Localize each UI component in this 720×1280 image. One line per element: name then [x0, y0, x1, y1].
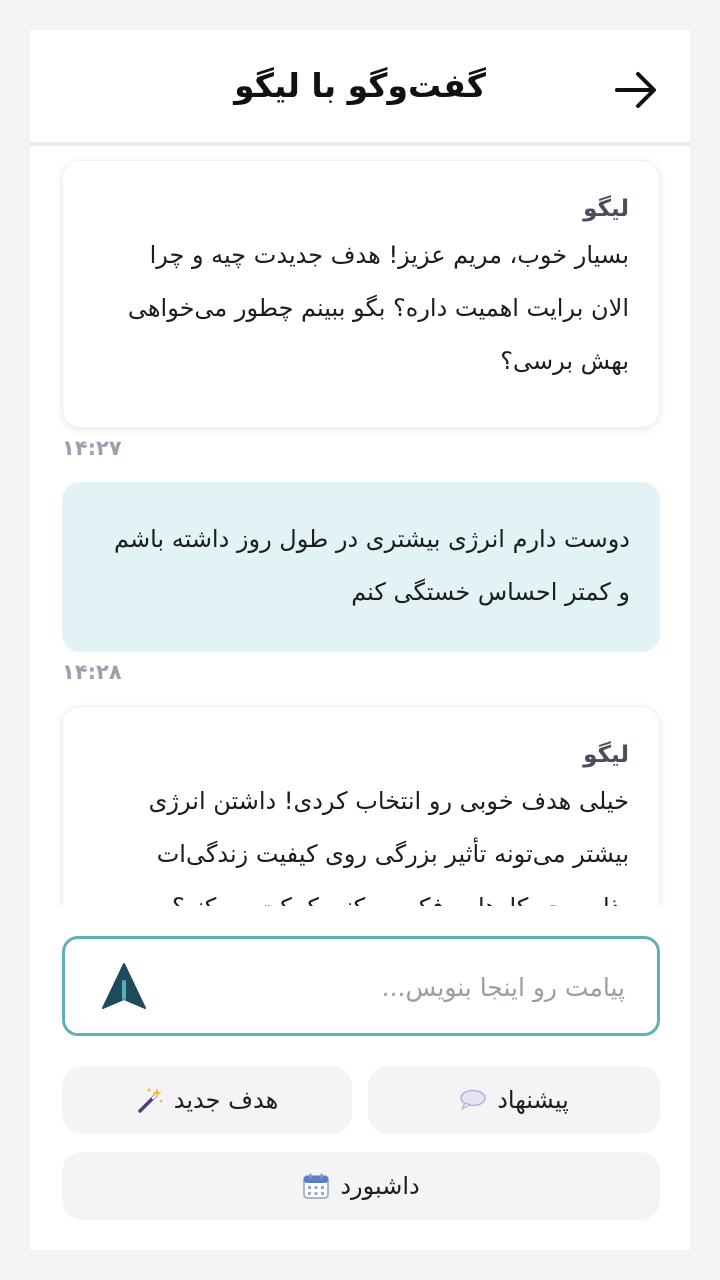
calendar-icon — [302, 1172, 330, 1200]
message-composer — [62, 936, 660, 1036]
message-sender: لیگو — [583, 196, 629, 222]
message-line: الان برایت اهمیت داره؟ بگو ببینم چطور می… — [127, 294, 629, 322]
send-button[interactable] — [101, 962, 147, 1010]
message-line: و کمتر احساس خستگی کنم — [351, 578, 630, 606]
new-goal-button[interactable]: هدف جدید — [62, 1066, 352, 1134]
message-line: خیلی هدف خوبی رو انتخاب کردی! داشتن انرژ… — [148, 787, 629, 815]
chat-header: گفت‌وگو با لیگو — [30, 30, 690, 146]
arrow-right-icon — [615, 72, 656, 108]
message-input[interactable] — [163, 961, 627, 1013]
message-line: بسیار خوب، مریم عزیز! هدف جدیدت چیه و چر… — [149, 241, 629, 269]
suggest-button[interactable]: پیشنهاد — [368, 1066, 660, 1134]
bot-message: لیگو بسیار خوب، مریم عزیز! هدف جدیدت چیه… — [62, 160, 660, 428]
message-list[interactable]: لیگو بسیار خوب، مریم عزیز! هدف جدیدت چیه… — [30, 150, 690, 906]
send-arrow-icon — [102, 963, 146, 1009]
message-line: بذاره. چه کارهایی فکر می‌کنی کمکت می‌کنه… — [93, 881, 629, 906]
dashboard-button[interactable]: داشبورد — [62, 1152, 660, 1220]
message-line: بهش برسی؟ — [500, 347, 629, 375]
message-time: ۱۴:۲۸ — [62, 660, 122, 684]
magic-wand-icon — [136, 1086, 164, 1114]
chat-app: گفت‌وگو با لیگو لیگو بسیار خوب، مریم عزی… — [30, 30, 690, 1250]
user-message: دوست دارم انرژی بیشتری در طول روز داشته … — [62, 482, 660, 652]
new-goal-label: هدف جدید — [173, 1086, 279, 1114]
speech-bubble-icon — [459, 1089, 487, 1111]
message-line: دوست دارم انرژی بیشتری در طول روز داشته … — [114, 525, 630, 553]
back-button[interactable] — [614, 68, 658, 112]
message-time: ۱۴:۲۷ — [62, 436, 122, 460]
message-sender: لیگو — [583, 742, 629, 768]
bot-message: لیگو خیلی هدف خوبی رو انتخاب کردی! داشتن… — [62, 706, 660, 906]
page-title: گفت‌وگو با لیگو — [234, 66, 486, 105]
dashboard-label: داشبورد — [340, 1172, 420, 1200]
suggest-label: پیشنهاد — [497, 1086, 569, 1114]
message-line: بیشتر می‌تونه تأثیر بزرگی روی کیفیت زندگ… — [156, 840, 629, 868]
